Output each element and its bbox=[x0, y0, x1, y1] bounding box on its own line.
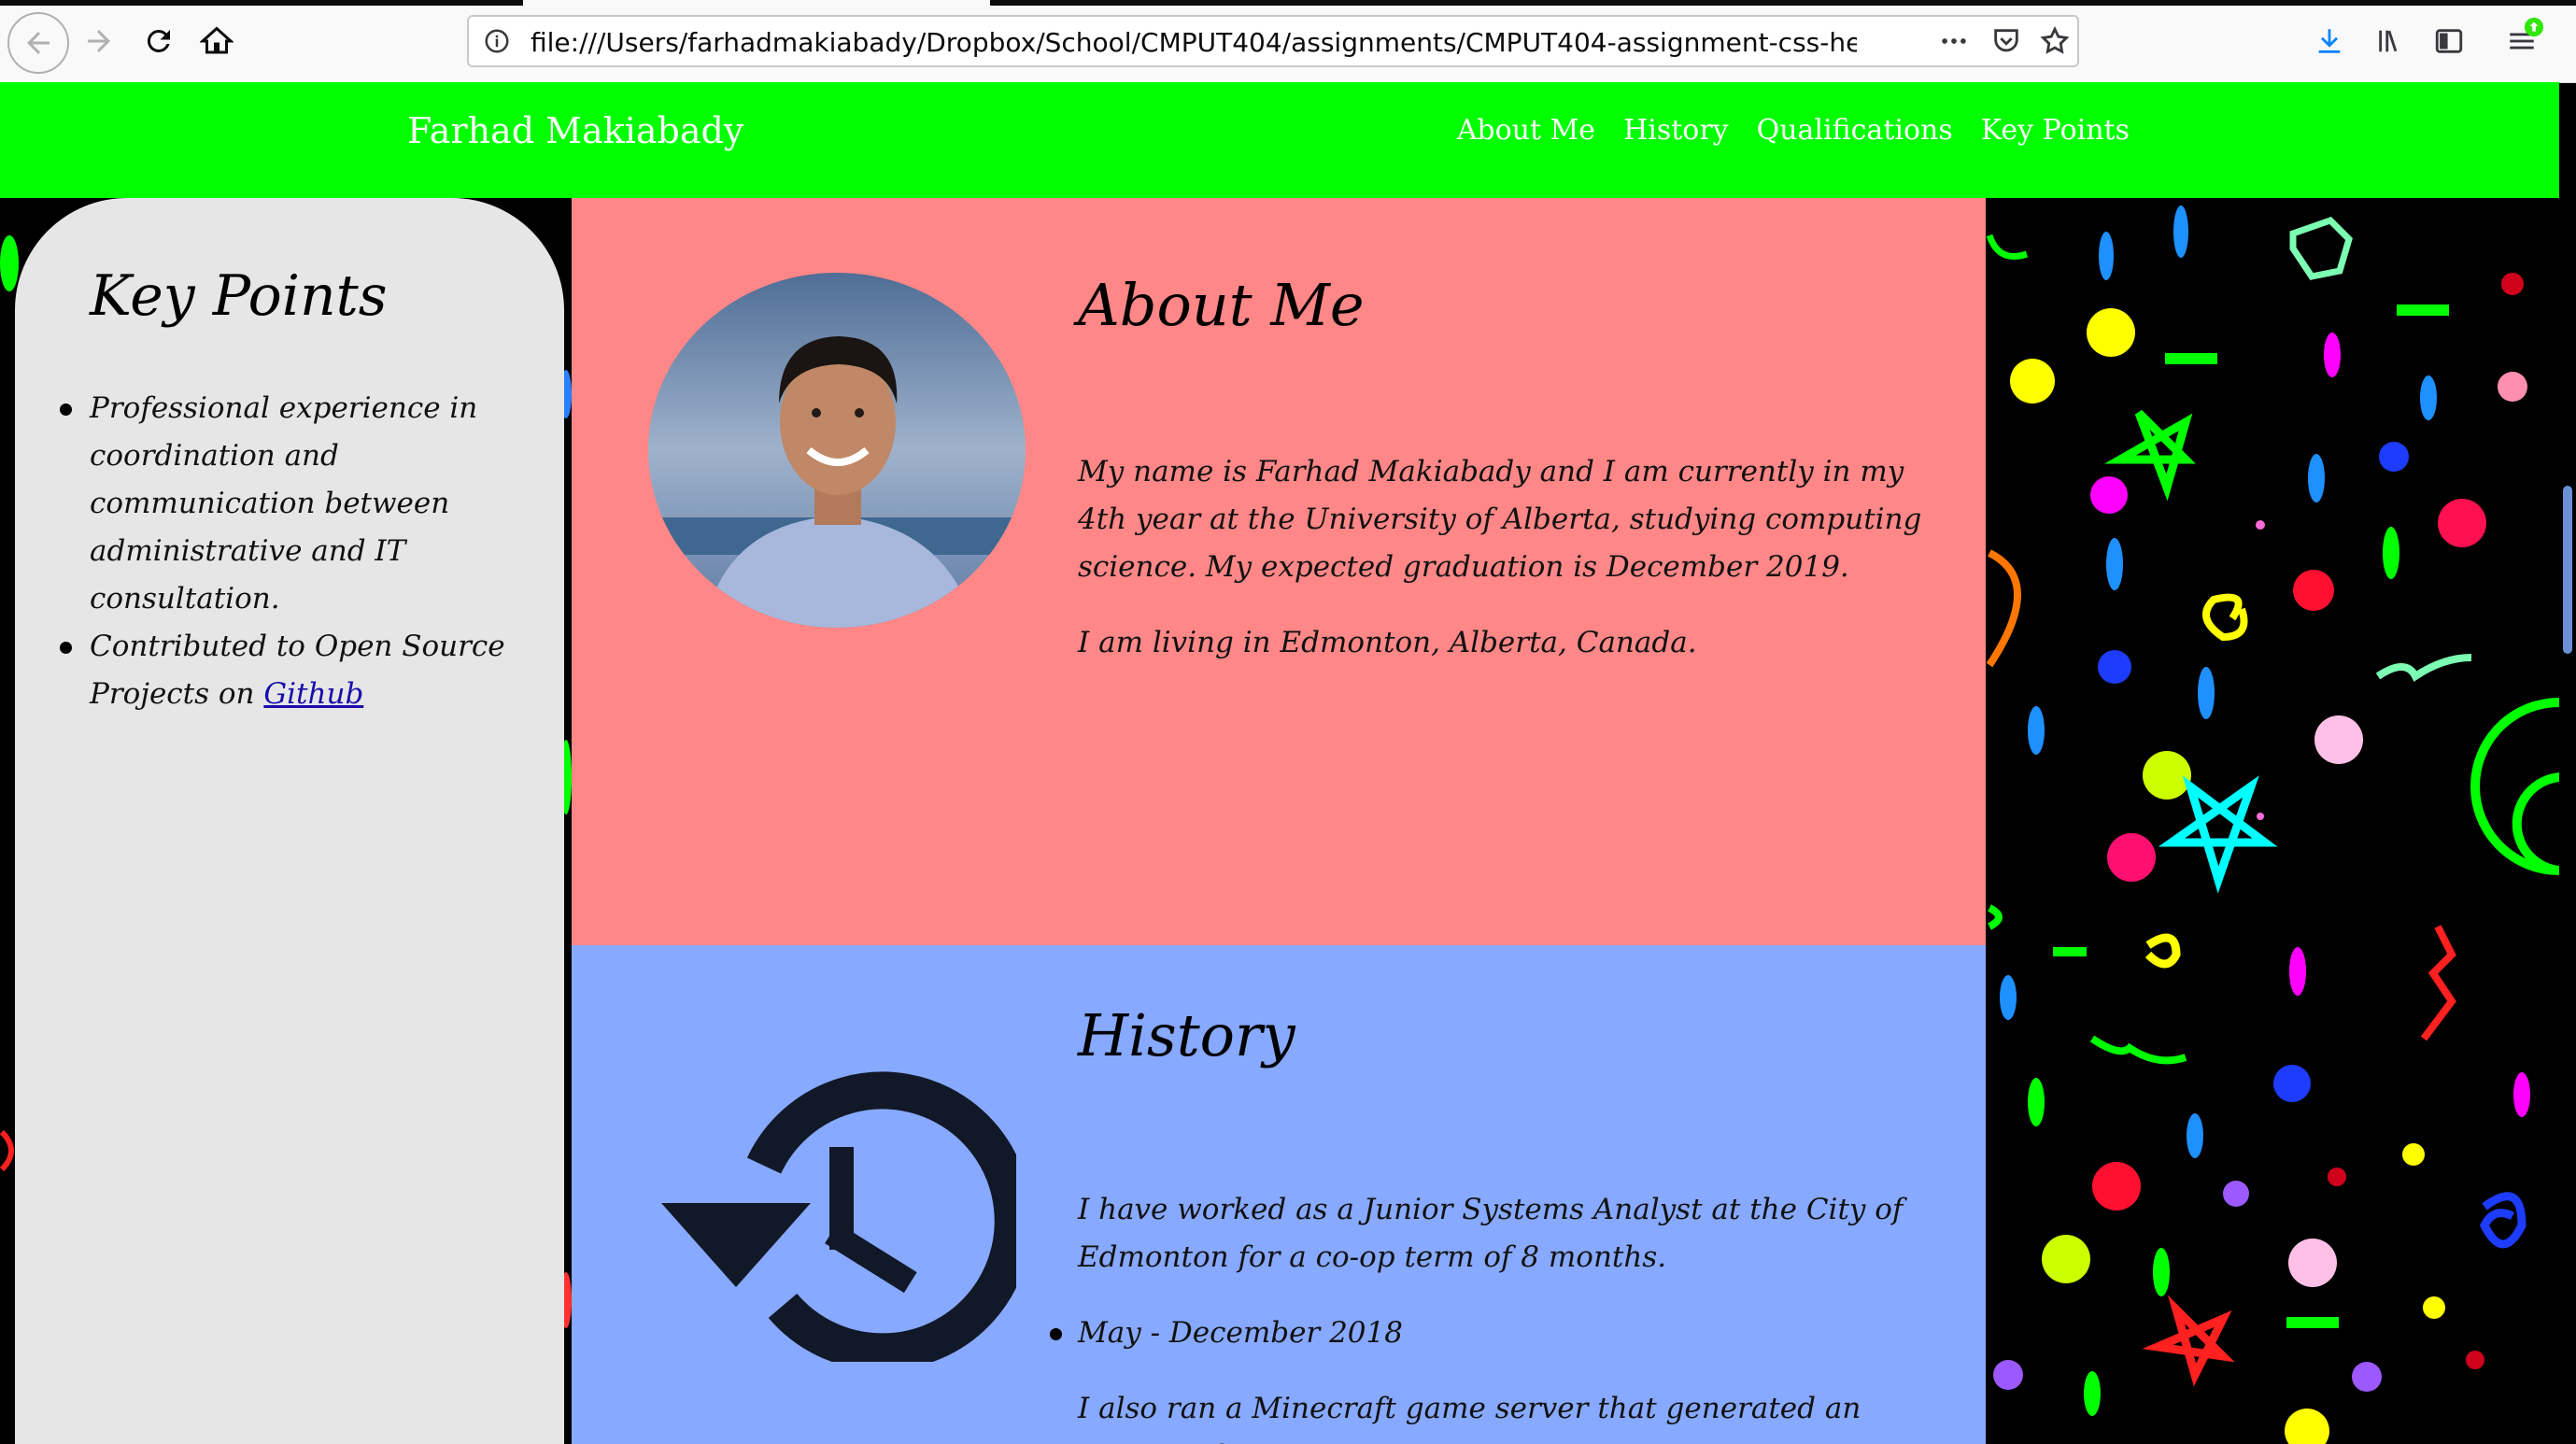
nav-history[interactable]: History bbox=[1623, 114, 1729, 147]
star-icon[interactable] bbox=[2031, 17, 2079, 65]
pocket-icon[interactable] bbox=[1982, 17, 2031, 65]
history-list: May - December 2018 bbox=[1050, 1310, 1937, 1357]
url-text[interactable]: file:///Users/farhadmakiabady/Dropbox/Sc… bbox=[531, 27, 1857, 58]
nav-qualifications[interactable]: Qualifications bbox=[1757, 114, 1953, 147]
about-paragraph: My name is Farhad Makiabady and I am cur… bbox=[1078, 455, 1922, 584]
site-header: Farhad Makiabady About Me History Qualif… bbox=[0, 82, 2559, 198]
history-title: History bbox=[1078, 1001, 1295, 1069]
list-item: Professional experience in coordination … bbox=[60, 385, 557, 623]
sidebar-button[interactable] bbox=[2421, 13, 2477, 69]
tab-strip bbox=[0, 0, 2576, 6]
about-title: About Me bbox=[1078, 271, 1365, 339]
history-body: I have worked as a Junior Systems Analys… bbox=[1050, 1186, 1937, 1444]
scrollbar-thumb[interactable] bbox=[2563, 486, 2572, 654]
reload-button[interactable] bbox=[131, 13, 187, 69]
nav-about-me[interactable]: About Me bbox=[1457, 114, 1595, 147]
reload-icon bbox=[147, 29, 170, 52]
library-icon bbox=[2379, 30, 2398, 52]
menu-button[interactable] bbox=[2494, 13, 2550, 69]
browser-toolbar: file:///Users/farhadmakiabady/Dropbox/Sc… bbox=[0, 0, 2576, 83]
downloads-button[interactable] bbox=[2301, 13, 2357, 69]
key-point-text: Professional experience in coordination … bbox=[90, 391, 478, 616]
back-button[interactable] bbox=[7, 12, 69, 74]
library-button[interactable] bbox=[2363, 13, 2419, 69]
update-badge-icon bbox=[2524, 17, 2544, 37]
sidebar-icon bbox=[2435, 29, 2463, 53]
url-bar[interactable]: file:///Users/farhadmakiabady/Dropbox/Sc… bbox=[467, 15, 2079, 67]
history-icon bbox=[661, 1071, 1016, 1362]
download-icon bbox=[2318, 29, 2341, 53]
home-icon bbox=[200, 26, 234, 54]
home-button[interactable] bbox=[189, 13, 245, 69]
site-title[interactable]: Farhad Makiabady bbox=[407, 110, 743, 151]
list-item: Contributed to Open Source Projects on G… bbox=[60, 623, 557, 718]
history-paragraph: I also ran a Minecraft game server that … bbox=[1078, 1392, 1861, 1444]
history-paragraph: I have worked as a Junior Systems Analys… bbox=[1078, 1193, 1904, 1274]
github-link[interactable]: Github bbox=[263, 677, 363, 711]
site-nav: About Me History Qualifications Key Poin… bbox=[1457, 114, 2130, 147]
profile-photo bbox=[648, 273, 1026, 628]
arrow-right-icon bbox=[88, 30, 110, 52]
about-body: My name is Farhad Makiabady and I am cur… bbox=[1078, 448, 1937, 695]
key-points-list: Professional experience in coordination … bbox=[60, 385, 557, 718]
sidebar-title: Key Points bbox=[90, 263, 388, 329]
nav-key-points[interactable]: Key Points bbox=[1981, 114, 2130, 147]
history-section: History I have worked as a Junior System… bbox=[572, 945, 1986, 1444]
key-points-sidebar: Key Points Professional experience in co… bbox=[15, 198, 564, 1444]
forward-button[interactable] bbox=[71, 13, 127, 69]
about-section: About Me My name is Farhad Makiabady and… bbox=[572, 198, 1986, 945]
list-item: May - December 2018 bbox=[1050, 1310, 1937, 1357]
ellipsis-icon[interactable] bbox=[1930, 17, 1978, 65]
about-paragraph: I am living in Edmonton, Alberta, Canada… bbox=[1078, 626, 1697, 659]
arrow-left-icon bbox=[27, 32, 50, 54]
active-tab-edge[interactable] bbox=[523, 0, 990, 6]
info-icon[interactable] bbox=[473, 17, 521, 65]
